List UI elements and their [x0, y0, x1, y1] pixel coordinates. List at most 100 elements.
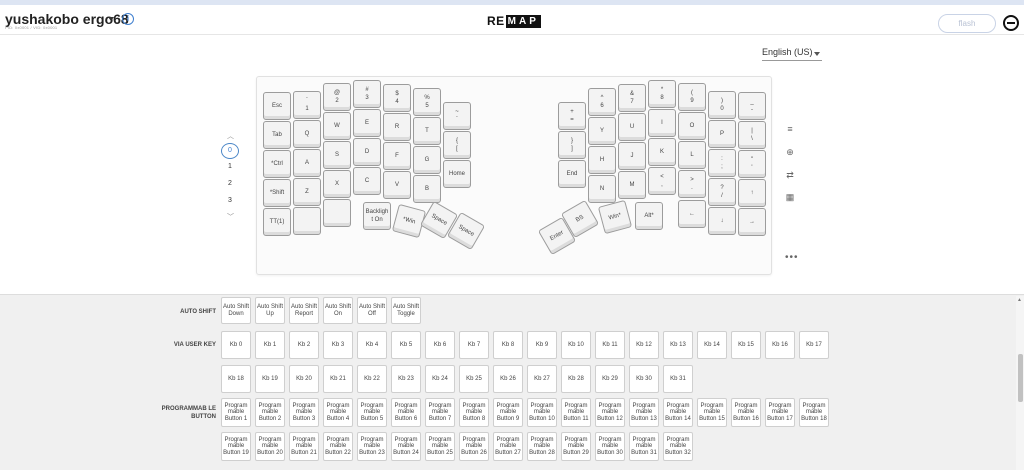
programmable-button-15[interactable]: Program mable Button 16 [731, 398, 761, 427]
via-user-key-10[interactable]: Kb 10 [561, 331, 591, 359]
key-shift[interactable]: *Shift [263, 179, 291, 207]
programmable-button-row2-4[interactable]: Program mable Button 23 [357, 432, 387, 461]
key-symbol[interactable]: → [738, 208, 766, 236]
key-c[interactable]: C [353, 167, 381, 195]
key-alt[interactable]: Alt* [635, 202, 663, 230]
key--[interactable]: " ' [738, 150, 766, 178]
programmable-button-row2-7[interactable]: Program mable Button 26 [459, 432, 489, 461]
menu-icon[interactable] [1003, 15, 1019, 31]
programmable-button-8[interactable]: Program mable Button 9 [493, 398, 523, 427]
key-blank[interactable] [323, 199, 351, 227]
key--1[interactable]: ` 1 [293, 91, 321, 119]
via-user-key-row2-8[interactable]: Kb 26 [493, 365, 523, 393]
key-v[interactable]: V [383, 171, 411, 199]
chevron-down-icon[interactable] [814, 52, 820, 56]
programmable-button-row2-9[interactable]: Program mable Button 28 [527, 432, 557, 461]
via-user-key-row2-11[interactable]: Kb 29 [595, 365, 625, 393]
flash-button[interactable]: flash [938, 14, 996, 33]
key-blank[interactable] [293, 207, 321, 235]
key-t[interactable]: T [413, 117, 441, 145]
auto-shift-key-5[interactable]: Auto Shift Toggle [391, 297, 421, 324]
via-user-key-row2-7[interactable]: Kb 25 [459, 365, 489, 393]
key--[interactable]: }] [558, 131, 586, 159]
via-user-key-1[interactable]: Kb 1 [255, 331, 285, 359]
key-n[interactable]: N [588, 175, 616, 203]
key-tab[interactable]: Tab [263, 121, 291, 149]
programmable-button-14[interactable]: Program mable Button 15 [697, 398, 727, 427]
via-user-key-16[interactable]: Kb 16 [765, 331, 795, 359]
key-z[interactable]: Z [293, 178, 321, 206]
key--[interactable]: ~ ` [443, 102, 471, 130]
programmable-button-6[interactable]: Program mable Button 7 [425, 398, 455, 427]
programmable-button-row2-5[interactable]: Program mable Button 24 [391, 432, 421, 461]
key--[interactable]: + = [558, 102, 586, 130]
layer-0[interactable]: 0 [221, 143, 239, 159]
key---[interactable]: _ - [738, 92, 766, 120]
key-end[interactable]: End [558, 160, 586, 188]
key-ctrl[interactable]: *Ctrl [263, 150, 291, 178]
key--6[interactable]: ^ 6 [588, 88, 616, 116]
key-s[interactable]: S [323, 141, 351, 169]
programmable-button-row2-3[interactable]: Program mable Button 22 [323, 432, 353, 461]
key-p[interactable]: P [708, 120, 736, 148]
layer-1[interactable]: 1 [221, 160, 239, 174]
via-user-key-row2-5[interactable]: Kb 23 [391, 365, 421, 393]
key-a[interactable]: A [293, 149, 321, 177]
key-x[interactable]: X [323, 170, 351, 198]
key--[interactable]: | \ [738, 121, 766, 149]
key-i[interactable]: I [648, 109, 676, 137]
via-user-key-17[interactable]: Kb 17 [799, 331, 829, 359]
key--4[interactable]: $4 [383, 84, 411, 112]
keyboard-icon[interactable]: ▦ [784, 192, 796, 202]
via-user-key-row2-13[interactable]: Kb 31 [663, 365, 693, 393]
key-u[interactable]: U [618, 113, 646, 141]
programmable-button-row2-0[interactable]: Program mable Button 19 [221, 432, 251, 461]
key-g[interactable]: G [413, 146, 441, 174]
key--5[interactable]: % 5 [413, 88, 441, 116]
key-f[interactable]: F [383, 142, 411, 170]
scroll-up-icon[interactable]: ▲ [1017, 297, 1022, 303]
via-user-key-15[interactable]: Kb 15 [731, 331, 761, 359]
key-r[interactable]: R [383, 113, 411, 141]
via-user-key-row2-9[interactable]: Kb 27 [527, 365, 557, 393]
programmable-button-row2-11[interactable]: Program mable Button 30 [595, 432, 625, 461]
scrollbar-thumb[interactable] [1018, 354, 1023, 402]
key--[interactable]: >. [678, 170, 706, 198]
programmable-button-17[interactable]: Program mable Button 18 [799, 398, 829, 427]
programmable-button-3[interactable]: Program mable Button 4 [323, 398, 353, 427]
programmable-button-row2-8[interactable]: Program mable Button 27 [493, 432, 523, 461]
chevron-down-icon[interactable] [108, 17, 114, 21]
programmable-button-1[interactable]: Program mable Button 2 [255, 398, 285, 427]
programmable-button-2[interactable]: Program mable Button 3 [289, 398, 319, 427]
auto-shift-key-1[interactable]: Auto Shift Up [255, 297, 285, 324]
via-user-key-8[interactable]: Kb 8 [493, 331, 523, 359]
via-user-key-3[interactable]: Kb 3 [323, 331, 353, 359]
layer-down-icon[interactable]: ﹀ [227, 212, 234, 222]
key-h[interactable]: H [588, 146, 616, 174]
key--[interactable]: ? / [708, 178, 736, 206]
info-icon[interactable]: i [122, 13, 134, 25]
key-y[interactable]: Y [588, 117, 616, 145]
swap-icon[interactable]: ⇄ [784, 170, 796, 180]
programmable-button-row2-10[interactable]: Program mable Button 29 [561, 432, 591, 461]
via-user-key-row2-2[interactable]: Kb 20 [289, 365, 319, 393]
programmable-button-row2-12[interactable]: Program mable Button 31 [629, 432, 659, 461]
programmable-button-10[interactable]: Program mable Button 11 [561, 398, 591, 427]
programmable-button-row2-1[interactable]: Program mable Button 20 [255, 432, 285, 461]
auto-shift-key-0[interactable]: Auto Shift Down [221, 297, 251, 324]
via-user-key-13[interactable]: Kb 13 [663, 331, 693, 359]
via-user-key-row2-4[interactable]: Kb 22 [357, 365, 387, 393]
programmable-button-12[interactable]: Program mable Button 13 [629, 398, 659, 427]
key-o[interactable]: O [678, 112, 706, 140]
key--2[interactable]: @2 [323, 83, 351, 111]
key-d[interactable]: D [353, 138, 381, 166]
via-user-key-0[interactable]: Kb 0 [221, 331, 251, 359]
via-user-key-6[interactable]: Kb 6 [425, 331, 455, 359]
programmable-button-9[interactable]: Program mable Button 10 [527, 398, 557, 427]
key--9[interactable]: (9 [678, 83, 706, 111]
move-icon[interactable]: ⊕ [784, 147, 796, 157]
via-user-key-7[interactable]: Kb 7 [459, 331, 489, 359]
via-user-key-4[interactable]: Kb 4 [357, 331, 387, 359]
key-w[interactable]: W [323, 112, 351, 140]
key-home[interactable]: Home [443, 160, 471, 188]
